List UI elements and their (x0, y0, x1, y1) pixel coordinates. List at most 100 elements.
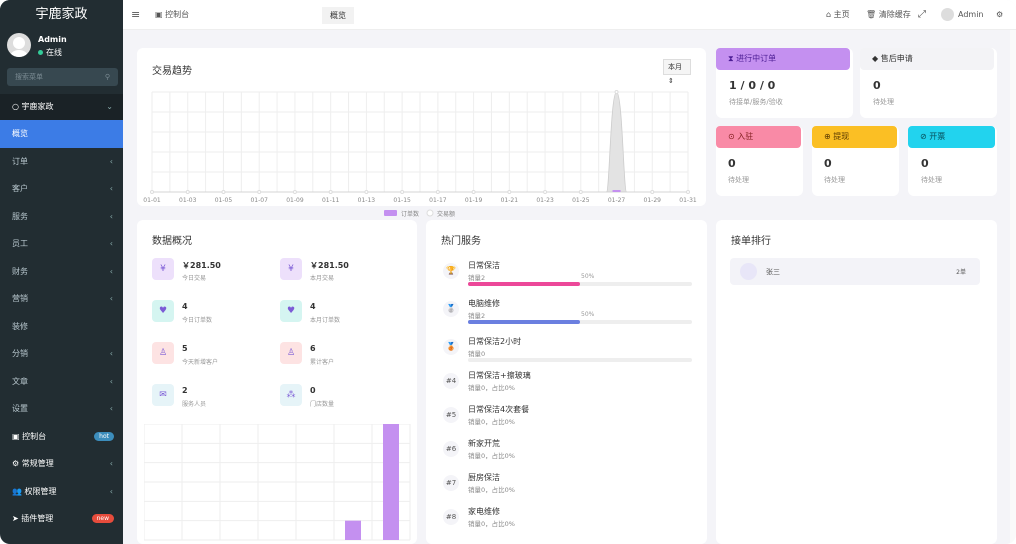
ranking-row[interactable]: 张三 2单 (730, 258, 980, 285)
tab-console[interactable]: ▣ 控制台 (155, 0, 189, 30)
menu-badge: hot (94, 431, 114, 441)
hot-service-sub: 销量0，占比0% (468, 520, 515, 528)
sidebar-item-10[interactable]: 设置 ‹ (0, 395, 123, 423)
withdraw-sub: 待处理 (824, 176, 845, 184)
hot-service-name: 电脑维修 (468, 299, 500, 308)
trend-card: 交易趋势 本月 ⇕ 01-01 01-03 01-05 01-07 01-09 01-11… (137, 48, 706, 218)
withdraw-card[interactable]: ⊕ 提现 0 待处理 (812, 126, 899, 196)
x-tick-label: 01-21 (501, 197, 519, 204)
home-link[interactable]: ⌂ 主页 (826, 0, 850, 30)
trend-title: 交易趋势 (152, 66, 192, 77)
avatar (7, 33, 31, 57)
join-sub: 待处理 (728, 176, 749, 184)
overview-value: ￥281.50 (182, 261, 221, 270)
fullscreen-icon[interactable]: ⤢ (918, 0, 926, 30)
sidebar-item-2[interactable]: 客户 ‹ (0, 175, 123, 203)
join-card[interactable]: ⊙ 入驻 0 待处理 (716, 126, 803, 196)
online-dot-icon (38, 50, 43, 55)
clear-cache-button[interactable]: 🗑 清除缓存 (866, 0, 911, 30)
sidebar-item-7[interactable]: 装修 (0, 313, 123, 341)
heart-icon: ♥ (152, 300, 174, 322)
rank-badge: #7 (443, 475, 459, 491)
chevron-left-icon: ‹ (109, 184, 113, 193)
admin-menu[interactable]: Admin (941, 0, 984, 30)
data-point (471, 190, 476, 194)
silver-medal-icon: 🥈 (443, 301, 459, 317)
overview-value: 6 (310, 344, 316, 353)
dashboard-icon: ▣ (12, 431, 23, 441)
heart-icon: ♥ (280, 300, 302, 322)
invoice-icon: ⊘ (920, 132, 930, 141)
overview-value: 5 (182, 344, 188, 353)
invoice-card[interactable]: ⊘ 开票 0 待处理 (908, 126, 997, 196)
circle-icon: ○ (12, 102, 22, 111)
overview-card: 数据概况 ¥ ￥281.50 今日交易 ¥ ￥281.50 本月交易 ♥ 4 今日订单数 ♥ 4 本月… (137, 220, 417, 544)
menu-toggle-icon[interactable]: ≡ (131, 0, 140, 30)
after-sale-card[interactable]: ◆ 售后申请 0 待处理 (860, 48, 997, 118)
trend-chart: 01-01 01-03 01-05 01-07 01-09 01-11 01-13 01-15… (143, 90, 697, 218)
sidebar-section-3[interactable]: ➤ 插件管理 new (0, 505, 123, 533)
x-tick-label: 01-31 (679, 197, 697, 204)
rank-badge: #4 (443, 373, 459, 389)
menu-group-header[interactable]: ○ 宇鹿家政 ⌄ (0, 94, 123, 120)
hot-service-sub: 销量0，占比0% (468, 418, 515, 426)
ranking-avatar (740, 263, 757, 280)
app-logo[interactable]: 宇鹿家政 (0, 0, 123, 30)
hot-service-name: 新家开荒 (468, 439, 500, 448)
progress-percent: 50% (581, 273, 595, 280)
sidebar-item-4[interactable]: 员工 ‹ (0, 230, 123, 258)
hot-service-name: 家电维修 (468, 507, 500, 516)
sidebar-section-label: 权限管理 (24, 486, 57, 496)
sidebar-section-1[interactable]: ⚙ 常规管理 ‹ (0, 450, 123, 478)
hot-service-name: 厨房保洁 (468, 473, 500, 482)
sidebar-item-label: 订单 (12, 156, 28, 166)
user-icon: ♙ (280, 342, 302, 364)
dashboard-icon: ▣ (155, 10, 166, 19)
overview-value: ￥281.50 (310, 261, 349, 270)
hot-title: 热门服务 (441, 236, 481, 247)
progress-bar (468, 358, 692, 362)
legend-swatch-orders (384, 210, 397, 216)
x-tick-label: 01-19 (465, 197, 483, 204)
sidebar-item-3[interactable]: 服务 ‹ (0, 203, 123, 231)
ongoing-orders-header: ⧗ 进行中订单 (716, 48, 850, 70)
sidebar-section-2[interactable]: 👥 权限管理 ‹ (0, 478, 123, 506)
search-icon[interactable]: ⚲ (105, 68, 110, 86)
ongoing-orders-card[interactable]: ⧗ 进行中订单 1 / 0 / 0 待接单/服务/验收 (716, 48, 853, 118)
tab-overview[interactable]: 概览 (322, 7, 354, 24)
hot-service-name: 日常保洁4次套餐 (468, 405, 530, 414)
sidebar-item-1[interactable]: 订单 ‹ (0, 148, 123, 176)
sidebar-section-0[interactable]: ▣ 控制台 hot (0, 423, 123, 451)
coin-icon: ⊕ (824, 132, 834, 141)
trend-period-select[interactable]: 本月 ⇕ (663, 59, 691, 85)
rank-badge: #5 (443, 407, 459, 423)
x-tick-label: 01-03 (179, 197, 197, 204)
x-tick-label: 01-25 (572, 197, 590, 204)
sidebar-item-5[interactable]: 财务 ‹ (0, 258, 123, 286)
bar (345, 520, 361, 540)
sidebar-item-0[interactable]: 概览 (0, 120, 123, 148)
overview-title: 数据概况 (152, 236, 192, 247)
bar-orders (612, 190, 621, 192)
admin-avatar (941, 8, 954, 21)
trash-icon: 🗑 (866, 10, 879, 19)
ongoing-title: 进行中订单 (736, 54, 777, 63)
sidebar-item-8[interactable]: 分销 ‹ (0, 340, 123, 368)
page-scrollbar[interactable] (1010, 30, 1016, 544)
chevron-left-icon: ‹ (109, 459, 113, 468)
progress-fill (468, 320, 580, 324)
overview-value: 2 (182, 386, 188, 395)
chevron-left-icon: ‹ (109, 376, 113, 386)
chevron-left-icon: ‹ (109, 404, 113, 413)
menu-search-input[interactable]: 搜索菜单 ⚲ (7, 68, 118, 86)
user-name: Admin (38, 35, 67, 44)
user-status-text: 在线 (46, 48, 62, 57)
cogs-icon: ⚙ (12, 459, 22, 468)
sidebar-item-label: 员工 (12, 239, 28, 248)
progress-fill (468, 282, 580, 286)
overview-label: 本月交易 (310, 275, 335, 282)
settings-gear-icon[interactable]: ⚙ (996, 0, 1003, 30)
chevron-left-icon: ‹ (109, 156, 113, 166)
sidebar-item-9[interactable]: 文章 ‹ (0, 368, 123, 396)
sidebar-item-6[interactable]: 营销 ‹ (0, 285, 123, 313)
